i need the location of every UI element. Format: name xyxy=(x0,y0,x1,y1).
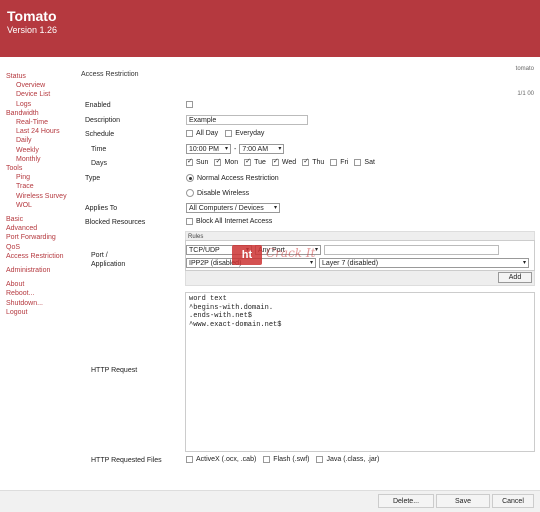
sidebar-item[interactable]: Weekly xyxy=(6,146,78,155)
day-checkbox[interactable] xyxy=(330,159,338,166)
sidebar-item[interactable]: Tools xyxy=(6,164,78,173)
disable-wireless-radio[interactable] xyxy=(186,189,194,197)
time-from-value: 10:00 PM xyxy=(189,145,219,153)
day-label: Wed xyxy=(281,159,297,166)
description-input[interactable]: Example xyxy=(186,115,308,125)
sidebar-item[interactable]: Administration xyxy=(6,266,78,275)
application-label: Application xyxy=(91,261,126,268)
days-group: Sun Mon Tue Wed Thu Fri Sat xyxy=(186,157,375,166)
activex-label: ActiveX (.ocx, .cab) xyxy=(196,456,257,463)
day-label: Thu xyxy=(312,159,325,166)
add-rule-button[interactable]: Add xyxy=(498,272,532,283)
sidebar-item[interactable]: Daily xyxy=(6,136,78,145)
time-from-select[interactable]: 10:00 PM xyxy=(186,144,231,154)
sidebar-item[interactable]: Device List xyxy=(6,90,78,99)
header-bar: Tomato Version 1.26 xyxy=(0,0,540,57)
disable-wireless-label: Disable Wireless xyxy=(197,189,250,197)
day-label: Mon xyxy=(224,159,239,166)
sidebar-item[interactable]: WOL xyxy=(6,201,78,210)
normal-restriction-label: Normal Access Restriction xyxy=(197,174,279,182)
everyday-label: Everyday xyxy=(235,130,265,137)
enabled-label: Enabled xyxy=(85,102,111,109)
http-request-label: HTTP Request xyxy=(91,367,138,374)
router-name-link[interactable]: tomato xyxy=(516,66,534,72)
enabled-checkbox[interactable] xyxy=(186,101,193,108)
sidebar-item[interactable]: Monthly xyxy=(6,155,78,164)
days-label: Days xyxy=(91,160,107,167)
http-line: ^www.exact-domain.net$ xyxy=(189,320,282,329)
http-line: ^begins-with.domain. xyxy=(189,303,274,312)
block-all-label: Block All Internet Access xyxy=(196,218,273,225)
sidebar-item[interactable]: Status xyxy=(6,72,78,81)
sidebar-item[interactable]: QoS xyxy=(6,243,78,252)
time-separator: - xyxy=(234,145,237,153)
app-title: Tomato xyxy=(7,8,57,24)
port-label: Port / xyxy=(91,252,108,259)
app-version: Version 1.26 xyxy=(7,25,58,35)
layer7-select[interactable]: Layer 7 (disabled) xyxy=(319,258,529,268)
day-checkbox[interactable] xyxy=(244,157,252,166)
type-label: Type xyxy=(85,175,101,182)
sidebar-item[interactable]: Last 24 Hours xyxy=(6,127,78,136)
sidebar-item[interactable]: Bandwidth xyxy=(6,109,78,118)
day-label: Sat xyxy=(364,159,375,166)
blocked-resources-label: Blocked Resources xyxy=(85,219,146,226)
port-input[interactable] xyxy=(324,245,499,255)
sidebar-item[interactable]: Access Restriction xyxy=(6,252,78,261)
time-to-value: 7:00 AM xyxy=(242,145,269,153)
http-line: word text xyxy=(189,295,227,303)
flash-checkbox[interactable] xyxy=(263,456,271,463)
layer7-value: Layer 7 (disabled) xyxy=(322,259,379,267)
time-label: Time xyxy=(91,146,107,153)
protocol-value: TCP/UDP xyxy=(189,246,220,254)
java-checkbox[interactable] xyxy=(316,456,324,463)
day-checkbox[interactable] xyxy=(186,157,193,166)
day-checkbox[interactable] xyxy=(214,157,222,166)
applies-to-value: All Computers / Devices xyxy=(189,204,264,212)
all-day-label: All Day xyxy=(196,130,219,137)
sidebar-item[interactable]: Trace xyxy=(6,182,78,191)
sidebar-item[interactable]: Ping xyxy=(6,173,78,182)
delete-button[interactable]: Delete... xyxy=(378,494,434,508)
applies-to-label: Applies To xyxy=(85,205,118,212)
day-label: Fri xyxy=(340,159,349,166)
schedule-label: Schedule xyxy=(85,131,115,138)
page-indicator: 1/1 00 xyxy=(517,91,534,97)
sidebar-nav: Status Overview Device List Logs Bandwidth Re… xyxy=(6,72,78,317)
flash-label: Flash (.swf) xyxy=(273,456,310,463)
sidebar-item[interactable]: Port Forwarding xyxy=(6,233,78,242)
cancel-button[interactable]: Cancel xyxy=(492,494,534,508)
page-title: Access Restriction xyxy=(81,71,139,78)
sidebar-item[interactable]: Shutdown... xyxy=(6,299,78,308)
all-day-checkbox[interactable] xyxy=(186,130,193,137)
sidebar-item[interactable]: Advanced xyxy=(6,224,78,233)
day-label: Tue xyxy=(254,159,266,166)
sidebar-item[interactable]: Logs xyxy=(6,100,78,109)
sidebar-item[interactable]: Logout xyxy=(6,308,78,317)
save-button[interactable]: Save xyxy=(436,494,490,508)
http-line: .ends-with.net$ xyxy=(189,312,253,320)
sidebar-item[interactable]: Wireless Survey xyxy=(6,192,78,201)
sidebar-item[interactable]: About xyxy=(6,280,78,289)
applies-to-select[interactable]: All Computers / Devices xyxy=(186,203,280,213)
sidebar-item[interactable]: Reboot... xyxy=(6,289,78,298)
sidebar-item[interactable]: Real-Time xyxy=(6,118,78,127)
watermark-logo: ht xyxy=(232,245,262,265)
http-files-label: HTTP Requested Files xyxy=(91,457,162,464)
block-all-checkbox[interactable] xyxy=(186,218,193,225)
day-checkbox[interactable] xyxy=(271,157,279,166)
day-checkbox[interactable] xyxy=(302,157,310,166)
java-label: Java (.class, .jar) xyxy=(326,456,380,463)
time-to-select[interactable]: 7:00 AM xyxy=(239,144,285,154)
watermark-text: Crack It xyxy=(266,246,316,260)
sidebar-item[interactable]: Overview xyxy=(6,81,78,90)
normal-restriction-radio[interactable] xyxy=(186,174,194,182)
activex-checkbox[interactable] xyxy=(186,456,193,463)
everyday-checkbox[interactable] xyxy=(225,130,233,137)
day-checkbox[interactable] xyxy=(354,159,362,166)
sidebar-item[interactable]: Basic xyxy=(6,215,78,224)
description-label: Description xyxy=(85,117,121,124)
day-label: Sun xyxy=(196,159,209,166)
http-request-textarea[interactable]: word text ^begins-with.domain. .ends-wit… xyxy=(185,292,535,452)
